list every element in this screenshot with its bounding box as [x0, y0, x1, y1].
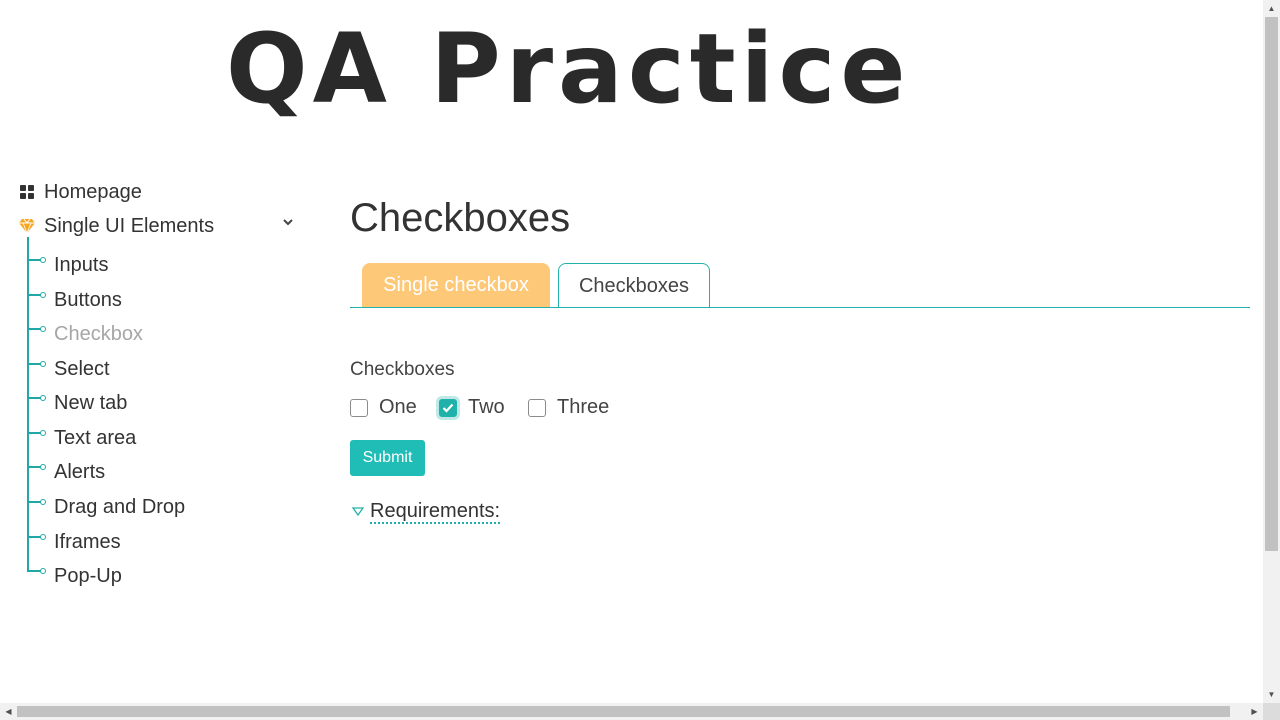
sidebar-item-checkbox[interactable]: Checkbox: [54, 319, 143, 349]
sidebar-item-pop-up[interactable]: Pop-Up: [54, 561, 122, 591]
sidebar-item-drag-and-drop[interactable]: Drag and Drop: [54, 492, 185, 522]
sidebar-item-alerts[interactable]: Alerts: [54, 457, 105, 487]
checkbox-two[interactable]: [439, 398, 457, 417]
chevron-down-icon[interactable]: [282, 214, 294, 230]
sidebar-item-select[interactable]: Select: [54, 354, 110, 384]
submit-button[interactable]: Submit: [350, 440, 425, 476]
tab-checkboxes[interactable]: Checkboxes: [558, 263, 710, 308]
triangle-down-icon: [351, 503, 365, 521]
tree-node: [40, 499, 46, 505]
tree-node: [40, 395, 46, 401]
checkbox-three[interactable]: [528, 398, 546, 417]
tree-node: [40, 534, 46, 540]
checkbox-option-three[interactable]: Three: [528, 396, 609, 419]
tree-node: [40, 568, 46, 574]
sidebar-item-text-area[interactable]: Text area: [54, 423, 136, 453]
scroll-down-arrow[interactable]: ▼: [1263, 686, 1280, 703]
tab-single-checkbox[interactable]: Single checkbox: [362, 263, 550, 307]
checkbox-label[interactable]: Two: [468, 396, 505, 419]
grid-icon: [18, 183, 36, 201]
checkbox-label[interactable]: One: [379, 396, 417, 419]
sidebar-item-iframes[interactable]: Iframes: [54, 527, 121, 557]
vertical-scroll-thumb[interactable]: [1265, 17, 1278, 551]
site-logo[interactable]: QA Practice: [226, 14, 911, 124]
page-title: Checkboxes: [350, 196, 571, 240]
requirements-toggle[interactable]: Requirements:: [351, 500, 501, 524]
tree-node: [40, 326, 46, 332]
horizontal-scroll-thumb[interactable]: [17, 706, 1230, 717]
tabs-underline: [350, 307, 1250, 308]
scroll-up-arrow[interactable]: ▲: [1263, 0, 1280, 17]
tree-node: [40, 464, 46, 470]
sidebar-item-inputs[interactable]: Inputs: [54, 250, 108, 280]
gem-icon: [18, 217, 36, 235]
tree-node: [40, 430, 46, 436]
scroll-right-arrow[interactable]: ▶: [1246, 703, 1263, 720]
tree-node: [40, 257, 46, 263]
sidebar-item-homepage[interactable]: Homepage: [18, 177, 142, 207]
tree-node: [40, 361, 46, 367]
requirements-label[interactable]: Requirements:: [370, 500, 501, 524]
checkbox-option-two[interactable]: Two: [439, 396, 505, 419]
checkbox-group-label: Checkboxes: [350, 359, 455, 380]
checkbox-option-one[interactable]: One: [350, 396, 417, 419]
sidebar-item-label: Homepage: [44, 180, 142, 203]
sidebar-item-single-ui-elements[interactable]: Single UI Elements: [18, 211, 214, 241]
checkbox-label[interactable]: Three: [557, 396, 609, 419]
check-icon: [442, 403, 454, 413]
tree-line: [27, 237, 29, 572]
checkbox-one[interactable]: [350, 398, 368, 417]
sidebar-item-new-tab[interactable]: New tab: [54, 388, 127, 418]
sidebar-item-label: Single UI Elements: [44, 214, 215, 237]
vertical-scrollbar[interactable]: ▲ ▼: [1263, 0, 1280, 703]
scrollbar-corner: [1263, 703, 1280, 720]
scroll-left-arrow[interactable]: ◀: [0, 703, 17, 720]
sidebar-item-buttons[interactable]: Buttons: [54, 285, 122, 315]
horizontal-scrollbar[interactable]: ◀ ▶: [0, 703, 1263, 720]
tree-node: [40, 292, 46, 298]
